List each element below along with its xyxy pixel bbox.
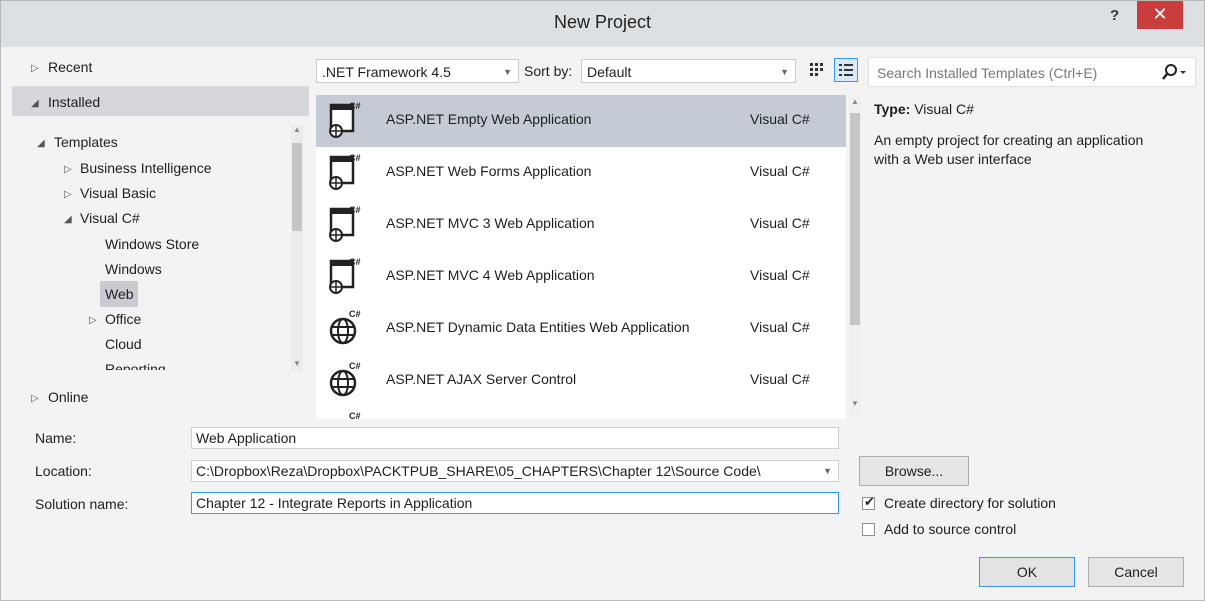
scroll-thumb[interactable] (850, 113, 860, 325)
template-language: Visual C# (750, 215, 810, 231)
nav-reporting[interactable]: Reporting (105, 361, 166, 370)
dialog-title: New Project (553, 12, 652, 32)
template-name: ASP.NET AJAX Server Control (386, 371, 577, 387)
solution-name-field[interactable]: Chapter 12 - Integrate Reports in Applic… (191, 492, 839, 514)
svg-text:C#: C# (349, 411, 361, 419)
template-item[interactable]: C# ASP.NET MVC 3 Web Application Visual C# (316, 199, 846, 251)
svg-text:C#: C# (349, 257, 361, 267)
type-label: Type: (874, 101, 911, 117)
template-item[interactable]: C# ASP.NET MVC 4 Web Application Visual C# (316, 251, 846, 303)
small-icons-view-icon[interactable] (807, 60, 827, 80)
create-directory-label[interactable]: Create directory for solution (884, 495, 1056, 511)
nav-scrollbar[interactable]: ▲ ▼ (291, 125, 303, 371)
dropdown-arrow-icon: ▼ (503, 67, 512, 77)
search-icon[interactable] (1161, 62, 1189, 85)
template-info: Type: Visual C# An empty project for cre… (874, 101, 1194, 169)
name-field[interactable]: Web Application (191, 427, 839, 449)
name-label: Name: (35, 430, 77, 446)
framework-select[interactable]: .NET Framework 4.5 ▼ (316, 59, 519, 83)
web-app-icon: C# (327, 411, 361, 419)
expand-arrow-icon[interactable]: ▷ (31, 63, 39, 74)
title-bar: New Project ? ✕ (1, 1, 1204, 47)
nav-web[interactable]: Web (105, 286, 134, 302)
scroll-up-icon[interactable]: ▲ (292, 125, 302, 134)
scroll-up-icon[interactable]: ▲ (850, 97, 860, 106)
template-name: ASP.NET Dynamic Data Entities Web Applic… (386, 319, 690, 335)
nav-online[interactable]: Online (48, 389, 88, 405)
nav-recent[interactable]: Recent (48, 59, 92, 75)
expand-arrow-icon[interactable]: ▷ (31, 393, 39, 404)
collapse-arrow-icon[interactable]: ◢ (64, 214, 72, 225)
nav-visual-basic[interactable]: Visual Basic (80, 185, 156, 201)
svg-text:C#: C# (349, 101, 361, 111)
collapse-arrow-icon[interactable]: ◢ (37, 138, 45, 149)
template-name: ASP.NET MVC 4 Web Application (386, 267, 595, 283)
template-item[interactable]: C# ASP.NET Empty Web Application Visual C# (316, 95, 846, 147)
browse-button[interactable]: Browse... (859, 456, 969, 486)
template-language: Visual C# (750, 371, 810, 387)
framework-value: .NET Framework 4.5 (322, 64, 451, 80)
svg-text:C#: C# (349, 309, 361, 319)
nav-templates[interactable]: Templates (54, 134, 118, 150)
scroll-thumb[interactable] (292, 143, 302, 231)
template-name: ASP.NET Empty Web Application (386, 111, 592, 127)
location-field[interactable]: C:\Dropbox\Reza\Dropbox\PACKTPUB_SHARE\0… (191, 460, 839, 482)
nav-business-intelligence[interactable]: Business Intelligence (80, 160, 212, 176)
checkmark-icon: ✔ (864, 494, 875, 509)
template-language: Visual C# (750, 319, 810, 335)
sort-value: Default (587, 64, 632, 80)
svg-text:C#: C# (349, 205, 361, 215)
new-project-dialog: New Project ? ✕ ▷ Recent ◢ Installed ◢ T… (0, 0, 1205, 601)
sort-select[interactable]: Default ▼ (581, 59, 796, 83)
nav-installed[interactable]: Installed (48, 94, 100, 110)
type-value: Visual C# (914, 101, 974, 117)
template-language: Visual C# (750, 267, 810, 283)
sort-label: Sort by: (524, 63, 573, 79)
svg-text:C#: C# (349, 153, 361, 163)
scroll-down-icon[interactable]: ▼ (850, 399, 860, 408)
template-language: Visual C# (750, 163, 810, 179)
expand-arrow-icon[interactable]: ▷ (89, 315, 97, 326)
template-description: An empty project for creating an applica… (874, 132, 1144, 167)
web-app-icon: C# (327, 101, 361, 139)
globe-icon: C# (327, 361, 361, 399)
nav-visual-csharp[interactable]: Visual C# (80, 210, 140, 226)
svg-text:C#: C# (349, 361, 361, 371)
cancel-button[interactable]: Cancel (1088, 557, 1184, 587)
template-list: C# ASP.NET Empty Web Application Visual C#… (316, 95, 846, 419)
search-input[interactable]: Search Installed Templates (Ctrl+E) (877, 65, 1097, 81)
search-box[interactable]: Search Installed Templates (Ctrl+E) (868, 57, 1196, 87)
dropdown-arrow-icon: ▼ (780, 67, 789, 77)
template-language: Visual C# (750, 111, 810, 127)
web-app-icon: C# (327, 205, 361, 243)
template-item[interactable]: C# ASP.NET Dynamic Data Entities Web Appl… (316, 303, 846, 355)
template-scrollbar[interactable]: ▲ ▼ (849, 95, 861, 417)
template-name: ASP.NET Web Forms Application (386, 163, 592, 179)
ok-button[interactable]: OK (979, 557, 1075, 587)
location-label: Location: (35, 463, 92, 479)
nav-windows[interactable]: Windows (105, 261, 162, 277)
list-view-icon[interactable] (834, 58, 858, 82)
template-item[interactable]: C# ASP.NET AJAX Server Control Visual C# (316, 355, 846, 407)
expand-arrow-icon[interactable]: ▷ (64, 189, 72, 200)
help-button[interactable]: ? (1110, 7, 1119, 24)
template-item[interactable]: C# ASP.NET Web Forms Application Visual C# (316, 147, 846, 199)
globe-icon: C# (327, 309, 361, 347)
template-name: ASP.NET MVC 3 Web Application (386, 215, 595, 231)
web-app-icon: C# (327, 257, 361, 295)
close-button[interactable]: ✕ (1137, 1, 1183, 29)
create-directory-checkbox[interactable]: ✔ (862, 494, 875, 510)
add-source-control-checkbox[interactable] (862, 523, 875, 536)
scroll-down-icon[interactable]: ▼ (292, 359, 302, 368)
web-app-icon: C# (327, 153, 361, 191)
collapse-arrow-icon[interactable]: ◢ (31, 98, 39, 109)
nav-windows-store[interactable]: Windows Store (105, 236, 199, 252)
nav-cloud[interactable]: Cloud (105, 336, 142, 352)
add-source-control-label[interactable]: Add to source control (884, 521, 1016, 537)
nav-office[interactable]: Office (105, 311, 141, 327)
location-value: C:\Dropbox\Reza\Dropbox\PACKTPUB_SHARE\0… (196, 463, 761, 479)
solution-name-label: Solution name: (35, 496, 129, 512)
dropdown-arrow-icon[interactable]: ▼ (820, 461, 832, 481)
expand-arrow-icon[interactable]: ▷ (64, 164, 72, 175)
